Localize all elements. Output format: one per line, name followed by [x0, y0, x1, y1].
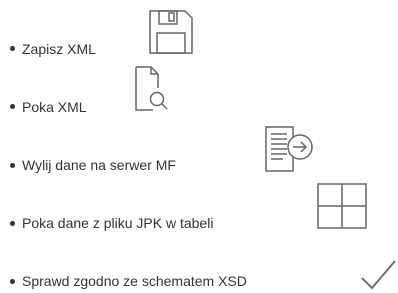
bullet [10, 46, 15, 51]
table-grid-icon[interactable] [316, 182, 368, 230]
list-item-label: Poka XML [22, 99, 87, 115]
document-send-icon[interactable] [263, 124, 315, 174]
floppy-disk-icon[interactable] [147, 8, 195, 56]
document-search-icon[interactable] [131, 64, 171, 112]
checkmark-icon[interactable] [360, 258, 396, 292]
bullet [10, 104, 15, 109]
list-item-label: Poka dane z pliku JPK w tabeli [22, 215, 214, 231]
bullet [10, 163, 15, 168]
bullet [10, 221, 15, 226]
bullet [10, 279, 15, 284]
list-item-label: Wylij dane na serwer MF [22, 157, 176, 173]
list-item-label: Sprawd zgodno ze schematem XSD [22, 273, 247, 289]
list-item-label: Zapisz XML [22, 41, 96, 57]
